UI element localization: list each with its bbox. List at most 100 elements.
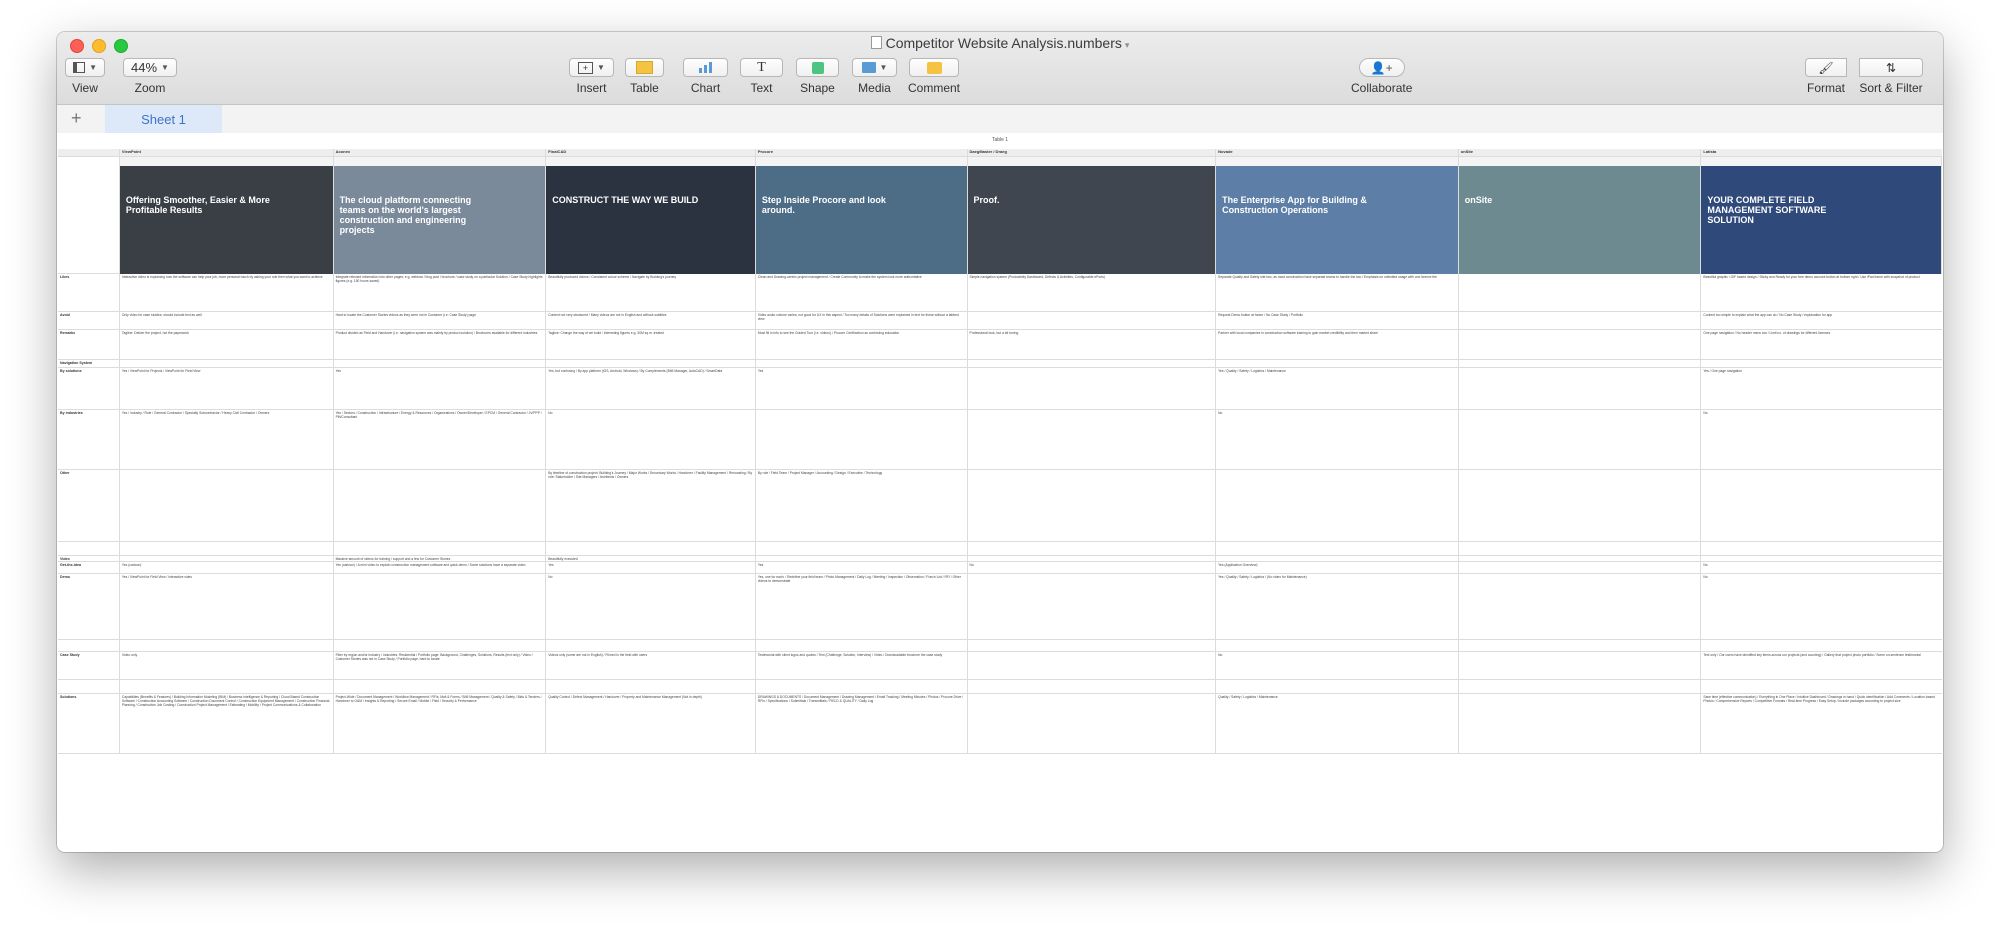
table-cell[interactable] — [1701, 542, 1942, 555]
table-cell[interactable]: Yes / Quality / Safety / Logistics / Mai… — [1216, 368, 1459, 409]
table-cell[interactable] — [968, 640, 1217, 651]
view-button[interactable]: ▼ — [65, 58, 105, 77]
table-cell[interactable]: Beautifully executed — [546, 556, 756, 561]
table-cell[interactable]: Yes / One page navigation — [1701, 368, 1942, 409]
table-cell[interactable] — [968, 368, 1217, 409]
table-cell[interactable] — [1459, 410, 1702, 469]
table-cell[interactable] — [1459, 312, 1702, 329]
table-cell[interactable]: Quality / Safety / Logistics / Maintenan… — [1216, 694, 1459, 753]
insert-button[interactable]: + ▼ — [569, 58, 614, 77]
table-cell[interactable]: Content too simple to explain what the a… — [1701, 312, 1942, 329]
website-screenshot[interactable]: Offering Smoother, Easier & More Profita… — [119, 157, 334, 274]
table-cell[interactable] — [120, 680, 334, 693]
table-cell[interactable] — [120, 542, 334, 555]
table-cell[interactable] — [1216, 542, 1459, 555]
column-header[interactable]: onSite — [1459, 149, 1702, 156]
row-label-cell[interactable] — [58, 680, 120, 693]
table-cell[interactable]: Yes — [334, 368, 547, 409]
table-cell[interactable]: By timeline of construction project: Bui… — [546, 470, 756, 541]
table-cell[interactable] — [1459, 274, 1702, 311]
zoom-select[interactable]: 44% ▼ — [123, 58, 177, 77]
table-cell[interactable]: No — [1216, 410, 1459, 469]
table-cell[interactable]: Beautifully produced videos / Consistent… — [546, 274, 756, 311]
table-cell[interactable]: Yes (cartoon) / A mini video to explain … — [334, 562, 547, 573]
table-cell[interactable] — [968, 694, 1217, 753]
table-cell[interactable]: Testimonial with client logos and quotes… — [756, 652, 968, 679]
row-label-cell[interactable]: Case Study — [58, 652, 120, 679]
table-cell[interactable]: No — [1701, 574, 1942, 639]
chart-tool[interactable]: Chart — [683, 58, 728, 95]
collaborate-button[interactable]: 👤+ — [1358, 58, 1405, 77]
row-label-cell[interactable]: Avoid — [58, 312, 120, 329]
media-button[interactable]: ▼ — [852, 58, 897, 77]
table-button[interactable] — [625, 58, 664, 77]
table-cell[interactable]: Integrate relevant information into othe… — [334, 274, 547, 311]
table-cell[interactable] — [756, 680, 968, 693]
table-cell[interactable]: Professional look, but a bit boring — [968, 330, 1217, 359]
column-header[interactable]: FinalCAD — [546, 149, 756, 156]
table-cell[interactable] — [1701, 360, 1942, 367]
zoom-tool[interactable]: 44% ▼ Zoom — [123, 58, 177, 95]
table-cell[interactable]: Product divided as Field and Handover (i… — [334, 330, 547, 359]
table-cell[interactable] — [1459, 330, 1702, 359]
table-cell[interactable] — [1216, 556, 1459, 561]
table-cell[interactable]: No — [1216, 652, 1459, 679]
table-cell[interactable]: Videos only (some are not in English) / … — [546, 652, 756, 679]
table-cell[interactable] — [1459, 470, 1702, 541]
table-cell[interactable] — [546, 542, 756, 555]
table-cell[interactable] — [334, 470, 547, 541]
table-cell[interactable] — [334, 574, 547, 639]
table-cell[interactable] — [1701, 680, 1942, 693]
row-label-cell[interactable]: Solutions — [58, 694, 120, 753]
table-cell[interactable] — [756, 556, 968, 561]
comment-button[interactable] — [909, 58, 959, 77]
table-cell[interactable]: No — [1701, 410, 1942, 469]
text-button[interactable]: T — [740, 58, 783, 77]
table-cell[interactable]: Yes / ViewPoint for Projects / ViewPoint… — [120, 368, 334, 409]
media-tool[interactable]: ▼ Media — [852, 58, 897, 95]
table-cell[interactable]: Text only / Our users have identified ke… — [1701, 652, 1942, 679]
view-tool[interactable]: ▼ View — [65, 58, 105, 95]
table-cell[interactable] — [1216, 360, 1459, 367]
table-cell[interactable]: Yes, but confusing / By app platform (iO… — [546, 368, 756, 409]
table-cell[interactable] — [1459, 562, 1702, 573]
table-cell[interactable] — [1459, 574, 1702, 639]
table-cell[interactable]: Filter by region and/or industry / Indus… — [334, 652, 547, 679]
text-tool[interactable]: T Text — [740, 58, 783, 95]
table-cell[interactable] — [1459, 640, 1702, 651]
row-label-cell[interactable]: Remarks — [58, 330, 120, 359]
insert-tool[interactable]: + ▼ Insert — [569, 58, 614, 95]
table-cell[interactable] — [334, 640, 547, 651]
sheet-canvas[interactable]: Table 1 ViewPoint Aconex FinalCAD Procore Da… — [57, 133, 1943, 852]
table-cell[interactable] — [334, 542, 547, 555]
website-screenshot[interactable]: Proof. — [967, 157, 1217, 274]
table-cell[interactable] — [1459, 368, 1702, 409]
table-cell[interactable] — [1216, 640, 1459, 651]
column-header[interactable]: Procore — [756, 149, 968, 156]
row-label-cell[interactable] — [58, 640, 120, 651]
table-cell[interactable]: Quality Control / Defect Management / Ha… — [546, 694, 756, 753]
table-cell[interactable]: Capabilities (Benefits & Features) / Bui… — [120, 694, 334, 753]
table-cell[interactable]: Yes, one for each: / Redefine your field… — [756, 574, 968, 639]
format-button[interactable]: 🖌 — [1805, 58, 1847, 77]
row-label-cell[interactable] — [58, 157, 120, 273]
shape-button[interactable] — [796, 58, 839, 77]
table-cell[interactable]: Partner with local companies in construc… — [1216, 330, 1459, 359]
row-label-cell[interactable]: By solutions — [58, 368, 120, 409]
table-cell[interactable]: Separate Quality and Safety site two, as… — [1216, 274, 1459, 311]
table-cell[interactable] — [120, 556, 334, 561]
table-cell[interactable] — [1701, 470, 1942, 541]
website-screenshot[interactable]: YOUR COMPLETE FIELD MANAGEMENT SOFTWARE … — [1701, 157, 1942, 274]
table-cell[interactable]: Save time (effective communication) / Ev… — [1701, 694, 1942, 753]
column-header[interactable]: Aconex — [334, 149, 547, 156]
table-cell[interactable] — [546, 360, 756, 367]
comment-tool[interactable]: Comment — [908, 58, 960, 95]
sort-filter-button[interactable]: ⇅ — [1859, 58, 1923, 77]
row-label-cell[interactable]: Demo — [58, 574, 120, 639]
table-cell[interactable]: Yes / Industry / Role / General Contract… — [120, 410, 334, 469]
column-header[interactable]: Novade — [1216, 149, 1459, 156]
table-cell[interactable]: Yes — [756, 562, 968, 573]
shape-tool[interactable]: Shape — [796, 58, 839, 95]
table-cell[interactable] — [968, 410, 1217, 469]
table-cell[interactable]: Content not very structured / Many video… — [546, 312, 756, 329]
